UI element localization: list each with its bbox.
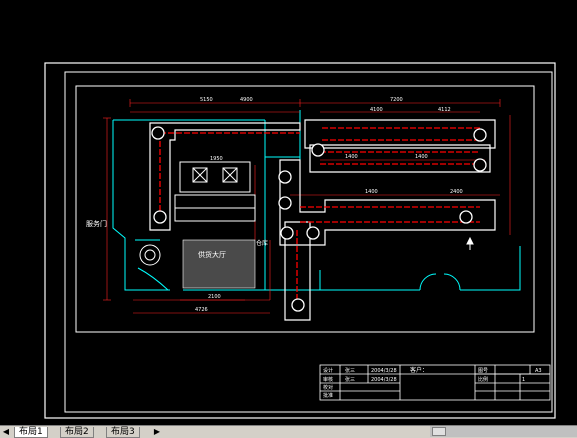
tb-review-date: 2004/3/28 xyxy=(371,377,397,383)
tab-layout1[interactable]: 布局1 xyxy=(14,427,48,438)
roller xyxy=(291,298,305,312)
dim-text: 7200 xyxy=(390,97,403,103)
hall-area xyxy=(182,239,256,289)
roller xyxy=(306,226,320,240)
tb-design-name: 张三 xyxy=(345,367,355,374)
tab-layout2[interactable]: 布局2 xyxy=(60,427,94,438)
tb-design-label: 设计 xyxy=(323,367,333,374)
tb-client-label: 客户： xyxy=(410,366,428,374)
dim-text: 5150 xyxy=(200,97,213,103)
dim-text: 4112 xyxy=(438,107,451,113)
dim-text: 1400 xyxy=(365,189,378,195)
tb-design-date: 2004/3/28 xyxy=(371,368,397,374)
dim-text: 4100 xyxy=(370,107,383,113)
tb-review-name: 张三 xyxy=(345,376,355,383)
tab-layout3[interactable]: 布局3 xyxy=(106,427,140,438)
roller xyxy=(311,143,325,157)
paper-inner-border xyxy=(64,71,553,413)
title-block-texts: 设计 张三 2004/3/28 客户： 图号 A3 审核 张三 2004/3/2… xyxy=(323,366,542,399)
dim-text: 2400 xyxy=(450,189,463,195)
roller xyxy=(278,170,292,184)
dim-text: 1400 xyxy=(415,154,428,160)
dim-text: 1950 xyxy=(210,156,223,162)
hall-label: 供货大厅 xyxy=(198,250,226,259)
tab-nav-prev-icon[interactable]: ◀ xyxy=(1,427,11,437)
horizontal-scrollbar[interactable] xyxy=(430,426,577,437)
north-arrow-icon xyxy=(466,236,474,250)
tb-scale-label: 比例 xyxy=(478,376,488,383)
service-counter xyxy=(139,244,161,266)
service-door-label: 服务门 xyxy=(86,219,107,228)
central-machine xyxy=(174,161,256,222)
roller xyxy=(473,128,487,142)
dim-text: 2100 xyxy=(208,294,221,300)
tb-drawing-no-label: 图号 xyxy=(478,368,488,374)
dim-text: 4726 xyxy=(195,307,208,313)
roller xyxy=(459,210,473,224)
roller xyxy=(473,158,487,172)
tb-paper-size: A3 xyxy=(535,368,542,374)
roller xyxy=(280,226,294,240)
tb-scale-value: 1 xyxy=(522,377,525,383)
tab-nav-next-icon[interactable]: ▶ xyxy=(152,427,162,437)
scrollbar-thumb[interactable] xyxy=(432,427,446,436)
roller xyxy=(278,196,292,210)
tb-review-label: 审核 xyxy=(323,376,333,383)
tb-check-label: 校对 xyxy=(323,384,333,391)
dim-text: 1400 xyxy=(345,154,358,160)
cad-drawing-canvas[interactable]: 供货大厅 服务门 仓库 5150 4900 7200 4100 4112 210… xyxy=(0,0,577,437)
tb-approve-label: 批准 xyxy=(323,392,333,399)
dim-text: 4900 xyxy=(240,97,253,103)
roller xyxy=(153,210,167,224)
roller xyxy=(151,126,165,140)
storage-label: 仓库 xyxy=(256,239,268,247)
